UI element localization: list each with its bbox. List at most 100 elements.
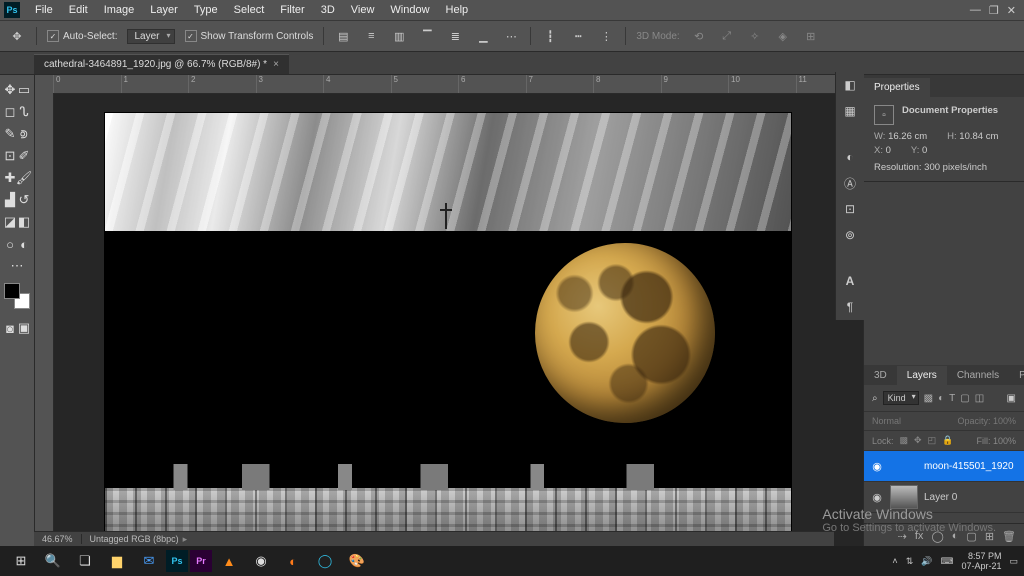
document-tab-close-icon[interactable]: × — [273, 59, 279, 70]
search-icon[interactable]: 🔍 — [38, 547, 68, 575]
align-right-icon[interactable]: ▥ — [390, 27, 408, 45]
color-swatches[interactable] — [4, 283, 30, 309]
align-center-v-icon[interactable]: ≣ — [446, 27, 464, 45]
brush-tool-icon[interactable]: 🖌 — [17, 167, 31, 189]
blend-mode-dropdown[interactable]: Normal — [872, 416, 901, 426]
task-view-icon[interactable]: ❏ — [70, 547, 100, 575]
styles-panel-icon[interactable]: Ⓐ — [836, 170, 864, 196]
eyedropper-tool-icon[interactable]: ✐ — [17, 145, 31, 167]
blur-tool-icon[interactable]: ○ — [3, 233, 17, 255]
firefox-icon[interactable]: ◐ — [278, 547, 308, 575]
align-left-icon[interactable]: ▤ — [334, 27, 352, 45]
filter-type-icon[interactable]: T — [949, 393, 955, 404]
artboard-tool-icon[interactable]: ▭ — [17, 79, 31, 101]
tray-clock[interactable]: 8:57 PM 07-Apr-21 — [961, 551, 1001, 571]
color-panel-icon[interactable]: ◧ — [836, 72, 864, 98]
quick-select-tool-icon[interactable]: ✎ — [3, 123, 17, 145]
layer-visibility-icon[interactable]: ◉ — [870, 460, 884, 473]
tab-3d[interactable]: 3D — [864, 366, 897, 385]
document-tab[interactable]: cathedral-3464891_1920.jpg @ 66.7% (RGB/… — [34, 54, 289, 74]
menu-edit[interactable]: Edit — [62, 2, 95, 18]
ruler-origin[interactable] — [35, 75, 54, 94]
layer-visibility-icon[interactable]: ◉ — [870, 491, 884, 504]
menu-layer[interactable]: Layer — [143, 2, 185, 18]
auto-select-dropdown[interactable]: Layer — [127, 29, 174, 44]
mail-icon[interactable]: ✉ — [134, 547, 164, 575]
distribute-more-icon[interactable]: ⋮ — [597, 27, 615, 45]
start-button-icon[interactable]: ⊞ — [6, 547, 36, 575]
filter-toggle-icon[interactable]: ▣ — [1007, 393, 1016, 404]
lock-pixels-icon[interactable]: ▩ — [900, 435, 909, 446]
align-bottom-icon[interactable]: ▁ — [474, 27, 492, 45]
menu-window[interactable]: Window — [383, 2, 436, 18]
show-transform-checkbox[interactable]: ✓Show Transform Controls — [185, 30, 314, 42]
zoom-level[interactable]: 46.67% — [42, 534, 73, 544]
adjustments-panel-icon[interactable]: ◐ — [836, 144, 864, 170]
3d-orbit-icon[interactable]: ⟲ — [690, 27, 708, 45]
menu-view[interactable]: View — [344, 2, 382, 18]
menu-image[interactable]: Image — [97, 2, 142, 18]
properties-tab[interactable]: Properties — [864, 78, 930, 97]
history-brush-tool-icon[interactable]: ↺ — [17, 189, 31, 211]
crop-tool-icon[interactable]: ⟄ — [17, 123, 31, 145]
3d-slide-icon[interactable]: ◈ — [774, 27, 792, 45]
layer-name-label[interactable]: moon-415501_1920 — [924, 461, 1014, 472]
filter-pixel-icon[interactable]: ▩ — [924, 393, 933, 404]
menu-type[interactable]: Type — [187, 2, 225, 18]
tab-layers[interactable]: Layers — [897, 366, 947, 385]
filter-shape-icon[interactable]: ▢ — [960, 393, 969, 404]
menu-file[interactable]: File — [28, 2, 60, 18]
clone-tool-icon[interactable]: ▟ — [3, 189, 17, 211]
tray-language-icon[interactable]: ⌨ — [940, 556, 953, 567]
menu-help[interactable]: Help — [439, 2, 476, 18]
tray-chevron-icon[interactable]: ˄ — [892, 556, 897, 566]
layer-row[interactable]: ◉ moon-415501_1920 — [864, 451, 1024, 482]
taskbar-photoshop-icon[interactable]: Ps — [166, 550, 188, 572]
more-align-icon[interactable]: ⋯ — [502, 27, 520, 45]
lock-artboard-icon[interactable]: ◰ — [928, 435, 937, 446]
quickmask-icon[interactable]: ◙ — [3, 317, 17, 339]
lock-position-icon[interactable]: ✥ — [914, 435, 922, 446]
window-restore-icon[interactable]: ❐ — [989, 4, 999, 17]
align-top-icon[interactable]: ▔ — [418, 27, 436, 45]
character-panel-icon[interactable]: A — [836, 268, 864, 294]
layer-name-label[interactable]: Layer 0 — [924, 492, 957, 503]
tab-channels[interactable]: Channels — [947, 366, 1009, 385]
swatches-panel-icon[interactable]: ▦ — [836, 98, 864, 124]
file-explorer-icon[interactable]: ▆ — [102, 547, 132, 575]
ruler-vertical[interactable] — [35, 93, 54, 549]
document-canvas[interactable] — [105, 113, 791, 549]
window-close-icon[interactable]: ✕ — [1007, 4, 1016, 17]
tab-paths[interactable]: Paths — [1009, 366, 1024, 385]
eraser-tool-icon[interactable]: ◪ — [3, 211, 17, 233]
menu-3d[interactable]: 3D — [314, 2, 342, 18]
marquee-tool-icon[interactable]: ◻ — [3, 101, 17, 123]
distribute-h-icon[interactable]: ┇ — [541, 27, 559, 45]
dodge-tool-icon[interactable]: ◐ — [17, 233, 31, 255]
filter-smart-icon[interactable]: ◫ — [975, 393, 984, 404]
align-center-h-icon[interactable]: ≡ — [362, 27, 380, 45]
gradient-tool-icon[interactable]: ◧ — [17, 211, 31, 233]
3d-roll-icon[interactable]: ⤢ — [718, 27, 736, 45]
learn-panel-icon[interactable]: ⊚ — [836, 222, 864, 248]
edge-icon[interactable]: ◯ — [310, 547, 340, 575]
lasso-tool-icon[interactable]: ᔐ — [17, 101, 31, 123]
move-tool-icon[interactable]: ✥ — [3, 79, 17, 101]
auto-select-checkbox[interactable]: ✓Auto-Select: — [47, 30, 117, 42]
menu-filter[interactable]: Filter — [273, 2, 311, 18]
vlc-icon[interactable]: ▲ — [214, 547, 244, 575]
3d-pan-icon[interactable]: ✧ — [746, 27, 764, 45]
tray-volume-icon[interactable]: 🔊 — [921, 556, 932, 567]
window-minimize-icon[interactable]: — — [970, 4, 981, 17]
delete-layer-icon[interactable]: 🗑 — [1002, 530, 1016, 543]
frame-tool-icon[interactable]: ⊡ — [3, 145, 17, 167]
filter-adjust-icon[interactable]: ◐ — [938, 393, 944, 404]
3d-scale-icon[interactable]: ⊞ — [802, 27, 820, 45]
distribute-v-icon[interactable]: ┅ — [569, 27, 587, 45]
paint-icon[interactable]: 🎨 — [342, 547, 372, 575]
edit-toolbar-icon[interactable]: ⋯ — [3, 255, 31, 277]
libraries-panel-icon[interactable]: ⊡ — [836, 196, 864, 222]
foreground-color-swatch[interactable] — [4, 283, 20, 299]
lock-all-icon[interactable]: 🔒 — [942, 435, 953, 446]
menu-select[interactable]: Select — [227, 2, 272, 18]
